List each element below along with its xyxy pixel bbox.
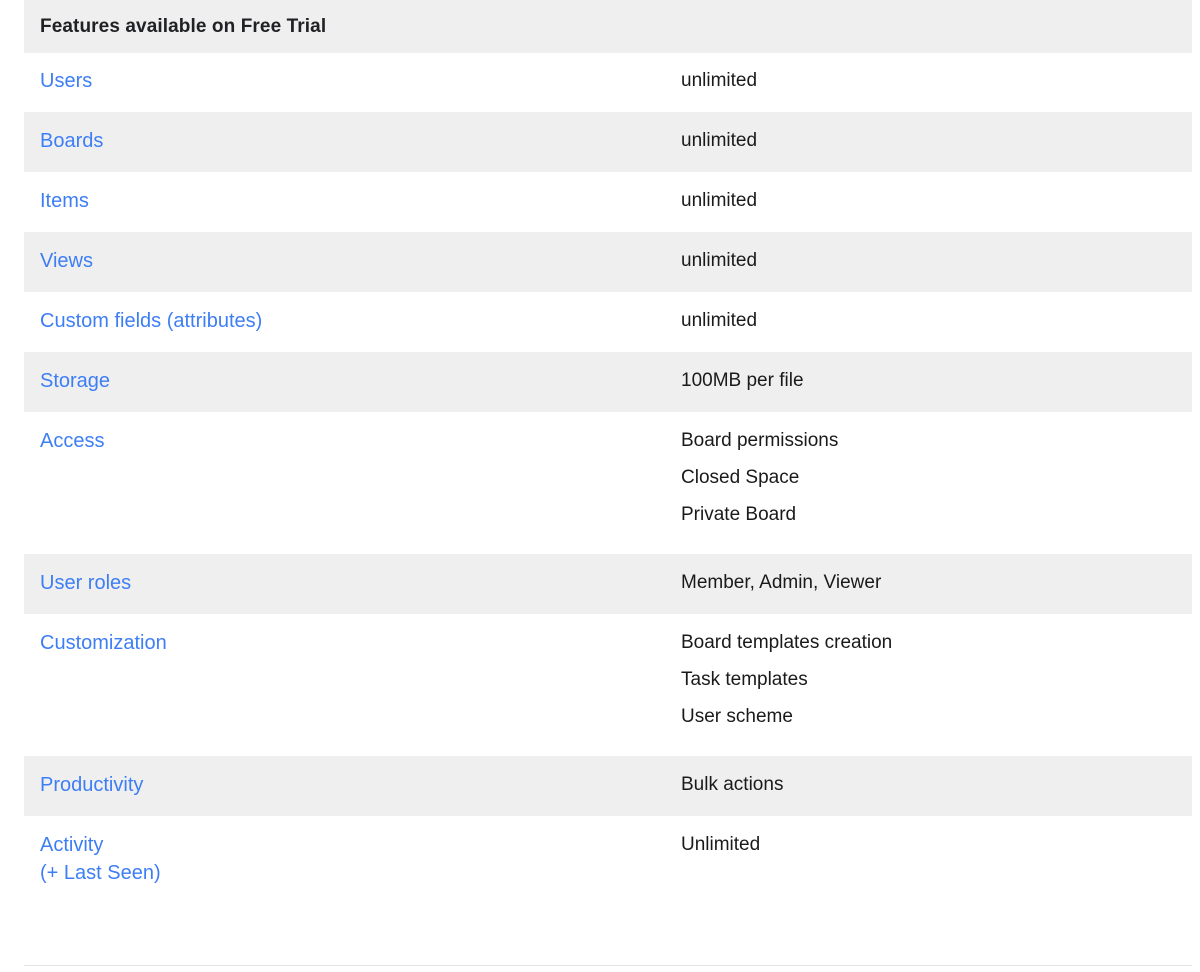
bottom-divider — [24, 965, 1192, 966]
feature-value-cell: Board permissions Closed Space Private Boa… — [681, 412, 1192, 554]
feature-name-cell: User roles — [24, 554, 681, 614]
feature-link-access[interactable]: Access — [40, 427, 104, 455]
feature-value: Bulk actions — [681, 774, 784, 795]
feature-value: Private Board — [681, 504, 797, 525]
feature-value: unlimited — [681, 310, 758, 331]
table-row: Boards unlimited — [24, 112, 1192, 172]
page-title: Features available on Free Trial — [40, 16, 327, 37]
feature-value-cell: Member, Admin, Viewer — [681, 554, 1192, 614]
feature-link-custom-fields[interactable]: Custom fields (attributes) — [40, 307, 262, 335]
feature-name-cell: Storage — [24, 352, 681, 412]
feature-name-cell: Customization — [24, 614, 681, 756]
feature-value: unlimited — [681, 250, 758, 271]
feature-link-productivity[interactable]: Productivity — [40, 771, 143, 799]
table-row: Activity (+ Last Seen) Unlimited — [24, 816, 1192, 932]
table-header-cell: Features available on Free Trial — [24, 0, 1192, 53]
feature-name-cell: Users — [24, 53, 681, 112]
feature-value: unlimited — [681, 130, 758, 151]
feature-value-cell: unlimited — [681, 172, 1192, 232]
feature-name-cell: Custom fields (attributes) — [24, 292, 681, 352]
feature-link-customization[interactable]: Customization — [40, 629, 167, 657]
feature-value: Unlimited — [681, 834, 761, 855]
feature-link-boards[interactable]: Boards — [40, 127, 103, 155]
feature-value-cell: unlimited — [681, 112, 1192, 172]
table-row: Custom fields (attributes) unlimited — [24, 292, 1192, 352]
feature-name-cell: Boards — [24, 112, 681, 172]
feature-value: unlimited — [681, 190, 758, 211]
table-row: Productivity Bulk actions — [24, 756, 1192, 816]
table-row: Users unlimited — [24, 53, 1192, 112]
feature-value: 100MB per file — [681, 370, 804, 391]
feature-link-storage[interactable]: Storage — [40, 367, 110, 395]
feature-value-cell: Unlimited — [681, 816, 1192, 932]
feature-name-cell: Productivity — [24, 756, 681, 816]
feature-link-items[interactable]: Items — [40, 187, 89, 215]
feature-value: Task templates — [681, 669, 808, 690]
feature-value: Board templates creation — [681, 632, 893, 653]
feature-name-cell: Items — [24, 172, 681, 232]
feature-link-users[interactable]: Users — [40, 67, 92, 95]
table-row: Storage 100MB per file — [24, 352, 1192, 412]
feature-value: Member, Admin, Viewer — [681, 572, 882, 593]
table-row: Views unlimited — [24, 232, 1192, 292]
feature-name-cell: Activity (+ Last Seen) — [24, 816, 681, 932]
table-header-row: Features available on Free Trial — [24, 0, 1192, 53]
table-row: Customization Board templates creation Tas… — [24, 614, 1192, 756]
pricing-features-page: Features available on Free Trial Users un… — [0, 0, 1200, 972]
feature-value-cell: Bulk actions — [681, 756, 1192, 816]
feature-name-cell: Views — [24, 232, 681, 292]
feature-value: Board permissions — [681, 430, 839, 451]
feature-link-user-roles[interactable]: User roles — [40, 569, 131, 597]
feature-value-cell: unlimited — [681, 292, 1192, 352]
feature-name-cell: Access — [24, 412, 681, 554]
table-body: Users unlimited Boards unlimited Items unlimi… — [24, 53, 1192, 932]
feature-value-cell: 100MB per file — [681, 352, 1192, 412]
feature-value: Closed Space — [681, 467, 800, 488]
table-head: Features available on Free Trial — [24, 0, 1192, 53]
table-row: Access Board permissions Closed Space Priva… — [24, 412, 1192, 554]
feature-link-subtitle[interactable]: (+ Last Seen) — [40, 859, 161, 887]
feature-value-cell: unlimited — [681, 53, 1192, 112]
table-row: User roles Member, Admin, Viewer — [24, 554, 1192, 614]
feature-value-cell: Board templates creation Task templates Us… — [681, 614, 1192, 756]
features-comparison-table: Features available on Free Trial Users un… — [24, 0, 1192, 932]
table-row: Items unlimited — [24, 172, 1192, 232]
feature-link-views[interactable]: Views — [40, 247, 93, 275]
feature-value: unlimited — [681, 70, 758, 91]
feature-value: User scheme — [681, 706, 793, 727]
feature-value-cell: unlimited — [681, 232, 1192, 292]
feature-link-activity[interactable]: Activity (+ Last Seen) — [40, 831, 161, 887]
